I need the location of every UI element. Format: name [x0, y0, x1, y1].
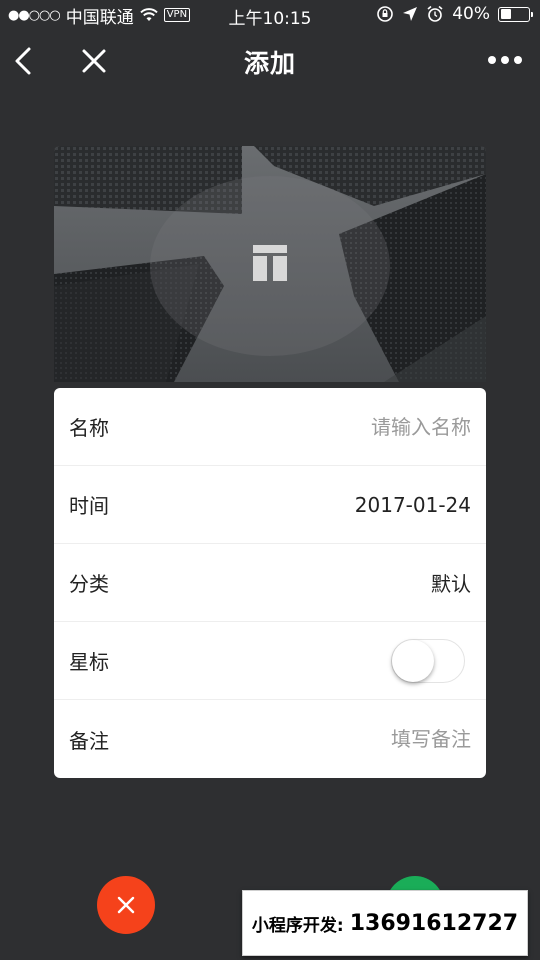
battery-icon — [498, 6, 533, 22]
note-row: 备注 — [54, 700, 486, 778]
category-label: 分类 — [69, 572, 109, 596]
time-label: 时间 — [69, 494, 109, 518]
form-card: 名称 时间 2017-01-24 分类 默认 星标 备注 — [54, 388, 486, 778]
close-icon — [117, 896, 135, 914]
watermark-label: 小程序开发: — [251, 915, 344, 936]
battery-fill — [500, 9, 512, 19]
alarm-icon — [427, 5, 443, 22]
star-toggle[interactable] — [391, 638, 465, 683]
watermark-banner: 小程序开发: 13691612727 — [242, 890, 528, 956]
time-row[interactable]: 时间 2017-01-24 — [54, 466, 486, 544]
star-label: 星标 — [69, 650, 109, 674]
name-input[interactable] — [271, 414, 471, 439]
category-row[interactable]: 分类 默认 — [54, 544, 486, 622]
location-icon — [403, 7, 418, 21]
note-label: 备注 — [69, 728, 109, 753]
time-picker-value[interactable]: 2017-01-24 — [355, 493, 471, 517]
image-placeholder-icon — [253, 245, 287, 281]
cancel-button[interactable] — [97, 876, 155, 934]
status-bar: ●●○○○ 中国联通 VPN 上午10:15 40% — [0, 0, 540, 30]
toggle-knob — [392, 639, 434, 682]
battery-percent: 40% — [452, 4, 490, 24]
star-row: 星标 — [54, 622, 486, 700]
watermark-phone: 13691612727 — [349, 910, 519, 936]
status-right: 40% — [376, 4, 533, 24]
category-picker-value[interactable]: 默认 — [431, 568, 471, 597]
nav-bar: 添加 — [0, 30, 540, 92]
page-title: 添加 — [243, 49, 296, 78]
more-options-icon[interactable] — [488, 56, 522, 64]
rotation-lock-icon — [377, 6, 394, 22]
note-input[interactable] — [271, 727, 471, 751]
cover-image[interactable] — [54, 146, 486, 382]
name-row: 名称 — [54, 388, 486, 466]
name-label: 名称 — [69, 416, 109, 440]
